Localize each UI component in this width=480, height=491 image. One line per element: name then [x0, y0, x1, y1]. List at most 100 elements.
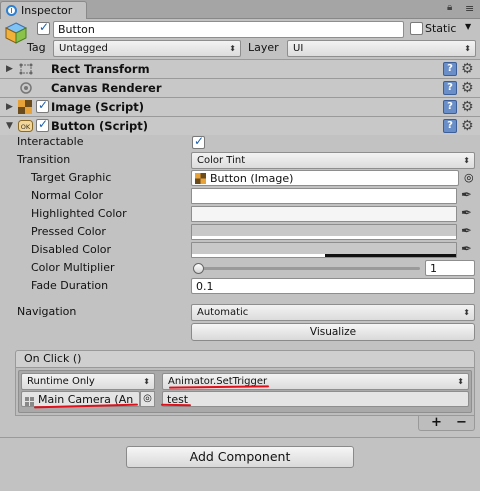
fade-duration-label: Fade Duration: [31, 279, 109, 292]
gear-icon[interactable]: ⚙: [461, 62, 474, 76]
disabled-color-field[interactable]: [191, 242, 457, 258]
chevron-updown-icon: ⬍: [229, 44, 236, 53]
add-entry-button[interactable]: +: [431, 415, 442, 430]
eyedropper-icon[interactable]: ✒: [461, 242, 472, 258]
fade-duration-input[interactable]: 0.1: [191, 278, 475, 294]
on-click-label: On Click (): [24, 352, 82, 365]
rect-transform-icon: [18, 62, 34, 76]
pressed-color-field[interactable]: [191, 224, 457, 240]
chevron-updown-icon: ⬍: [457, 377, 464, 386]
static-checkbox[interactable]: [410, 22, 423, 35]
runtime-dropdown[interactable]: Runtime Only ⬍: [21, 373, 155, 390]
foldout-expanded-icon[interactable]: ▼: [6, 117, 13, 135]
component-button-script[interactable]: ▼ OK Button (Script) ? ⚙: [0, 116, 480, 135]
add-component-button[interactable]: Add Component: [126, 446, 354, 468]
eyedropper-icon[interactable]: ✒: [461, 224, 472, 240]
component-title: Canvas Renderer: [51, 81, 162, 95]
image-script-icon: [18, 100, 32, 114]
transition-dropdown[interactable]: Color Tint ⬍: [191, 152, 475, 169]
menu-icon[interactable]: ≡: [465, 2, 474, 15]
tab-bar: Inspector 🔒︎ ≡: [0, 0, 480, 19]
object-picker-icon[interactable]: ◎: [140, 391, 155, 407]
tab-inspector[interactable]: Inspector: [0, 1, 87, 19]
runtime-value: Runtime Only: [27, 376, 95, 387]
layer-value: UI: [293, 43, 304, 54]
gameobject-icon: [4, 21, 28, 45]
eyedropper-icon[interactable]: ✒: [461, 206, 472, 222]
chevron-updown-icon: ⬍: [143, 377, 150, 386]
highlighted-color-label: Highlighted Color: [31, 207, 127, 220]
navigation-value: Automatic: [197, 307, 249, 318]
help-icon[interactable]: ?: [443, 100, 457, 114]
eyedropper-icon[interactable]: ✒: [461, 188, 472, 204]
chevron-updown-icon: ⬍: [463, 156, 470, 165]
color-multiplier-input[interactable]: 1: [425, 260, 475, 276]
highlighted-color-field[interactable]: [191, 206, 457, 222]
divider: [0, 437, 480, 438]
help-icon[interactable]: ?: [443, 62, 457, 76]
chevron-updown-icon: ⬍: [463, 308, 470, 317]
tag-dropdown[interactable]: Untagged ⬍: [53, 40, 241, 57]
tag-value: Untagged: [59, 43, 108, 54]
gameobject-name-field[interactable]: Button: [53, 21, 404, 38]
tag-label: Tag: [27, 41, 46, 54]
gear-icon[interactable]: ⚙: [461, 81, 474, 95]
navigation-dropdown[interactable]: Automatic ⬍: [191, 304, 475, 321]
interactable-checkbox[interactable]: [192, 134, 205, 149]
list-footer: + −: [418, 415, 475, 431]
component-enabled-checkbox[interactable]: [36, 117, 49, 132]
component-rect-transform[interactable]: ▶ Rect Transform ? ⚙: [0, 59, 480, 78]
disabled-color-label: Disabled Color: [31, 243, 112, 256]
component-canvas-renderer[interactable]: Canvas Renderer ? ⚙: [0, 78, 480, 97]
transition-value: Color Tint: [197, 155, 246, 166]
interactable-label: Interactable: [17, 135, 84, 148]
layer-label: Layer: [248, 41, 279, 54]
gear-icon[interactable]: ⚙: [461, 119, 474, 133]
button-script-icon: OK: [18, 119, 33, 133]
alpha-bar-filled: [192, 254, 325, 257]
add-component-label: Add Component: [189, 449, 291, 464]
lock-icon[interactable]: 🔒︎: [447, 2, 452, 13]
canvas-renderer-icon: [18, 81, 34, 95]
gameobject-name-text: Button: [58, 23, 95, 36]
argument-input[interactable]: test: [162, 391, 469, 407]
inspector-icon: [6, 5, 17, 16]
help-icon[interactable]: ?: [443, 119, 457, 133]
static-dropdown-arrow-icon[interactable]: ▼: [465, 22, 471, 31]
visualize-button[interactable]: Visualize: [191, 323, 475, 341]
target-graphic-label: Target Graphic: [31, 171, 112, 184]
svg-text:OK: OK: [21, 123, 31, 131]
gameobject-small-icon: [25, 395, 34, 406]
normal-color-label: Normal Color: [31, 189, 104, 202]
component-title: Image (Script): [51, 100, 145, 114]
help-icon[interactable]: ?: [443, 81, 457, 95]
tab-inspector-label: Inspector: [21, 4, 73, 17]
navigation-label: Navigation: [17, 305, 77, 318]
color-multiplier-value: 1: [430, 262, 437, 275]
foldout-collapsed-icon[interactable]: ▶: [6, 60, 13, 78]
gear-icon[interactable]: ⚙: [461, 100, 474, 114]
target-graphic-value: Button (Image): [210, 172, 294, 185]
remove-entry-button[interactable]: −: [456, 415, 467, 430]
active-checkbox[interactable]: [37, 20, 50, 35]
normal-color-field[interactable]: [191, 188, 457, 204]
chevron-updown-icon: ⬍: [464, 44, 471, 53]
component-title: Button (Script): [51, 119, 148, 133]
foldout-collapsed-icon[interactable]: ▶: [6, 98, 13, 116]
static-label: Static: [425, 22, 457, 35]
object-picker-icon[interactable]: ◎: [464, 170, 474, 186]
layer-dropdown[interactable]: UI ⬍: [287, 40, 476, 57]
component-title: Rect Transform: [51, 62, 150, 76]
fade-duration-value: 0.1: [196, 280, 214, 293]
component-image-script[interactable]: ▶ Image (Script) ? ⚙: [0, 97, 480, 116]
transition-label: Transition: [17, 153, 71, 166]
pressed-color-label: Pressed Color: [31, 225, 106, 238]
visualize-label: Visualize: [309, 326, 357, 338]
image-script-icon: [195, 173, 206, 184]
alpha-bar-empty: [325, 254, 456, 257]
component-enabled-checkbox[interactable]: [36, 98, 49, 113]
color-multiplier-slider-track[interactable]: [193, 263, 420, 274]
alpha-bar: [192, 236, 456, 239]
target-graphic-field[interactable]: Button (Image): [191, 170, 459, 186]
slider-thumb[interactable]: [193, 263, 204, 274]
